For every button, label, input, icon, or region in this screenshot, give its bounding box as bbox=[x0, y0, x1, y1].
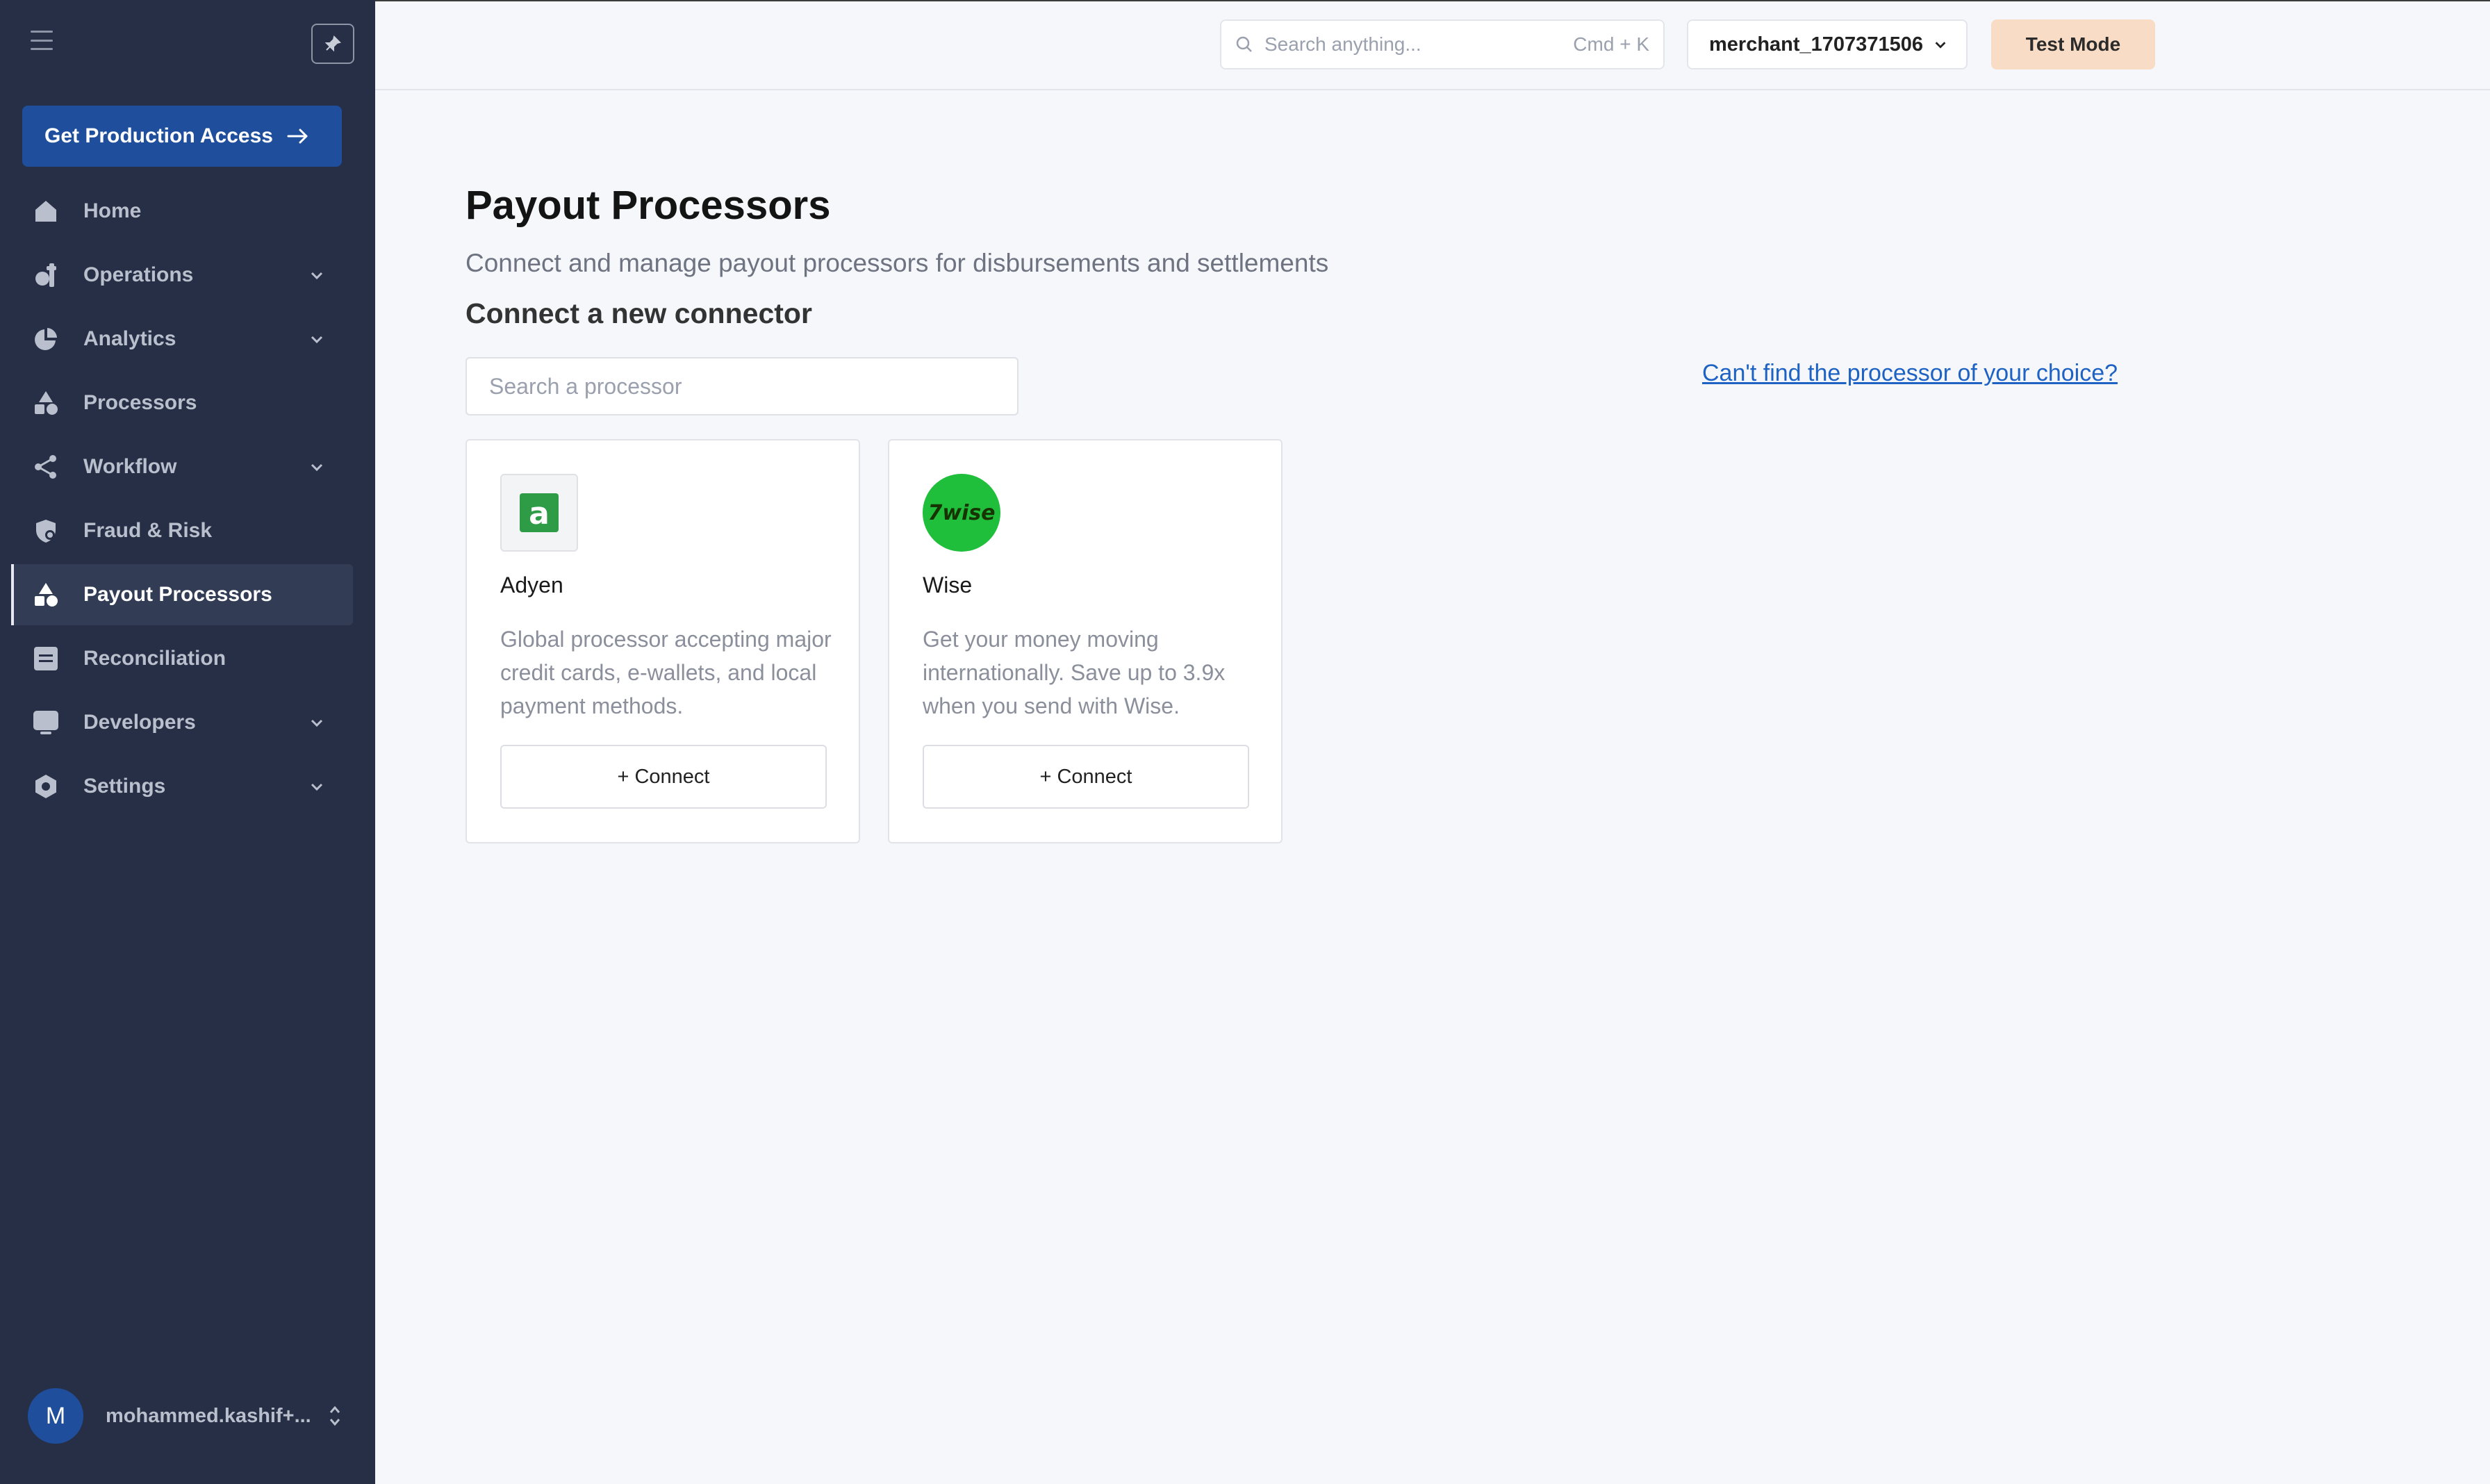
page-title: Payout Processors bbox=[465, 183, 831, 228]
connector-description: Get your money moving internationally. S… bbox=[923, 627, 1226, 718]
chevron-down-icon bbox=[311, 272, 323, 280]
sidebar-item-label: Processors bbox=[83, 391, 197, 414]
search-shortcut: Cmd + K bbox=[1573, 33, 1649, 55]
chevron-down-icon bbox=[1935, 42, 1946, 49]
sidebar-item-label: Analytics bbox=[83, 327, 176, 350]
chevron-down-icon bbox=[311, 783, 323, 791]
page-subtitle: Connect and manage payout processors for… bbox=[465, 249, 1329, 277]
sidebar-item-label: Settings bbox=[83, 775, 166, 798]
avatar: M bbox=[28, 1388, 83, 1444]
sidebar-item-label: Reconciliation bbox=[83, 647, 226, 670]
sidebar-item-label: Fraud & Risk bbox=[83, 519, 213, 542]
connector-card-adyen: a Adyen Global processor accepting major… bbox=[465, 439, 860, 843]
user-profile[interactable]: M mohammed.kashif+... bbox=[28, 1388, 342, 1444]
sidebar-item-operations[interactable]: Operations bbox=[11, 245, 353, 306]
sidebar-item-label: Developers bbox=[83, 711, 196, 734]
connector-name: Wise bbox=[923, 572, 973, 597]
connector-description: Global processor accepting major credit … bbox=[500, 627, 832, 718]
processors-icon bbox=[31, 388, 61, 418]
sidebar: Get Production Access Home Operations An… bbox=[0, 0, 375, 1484]
reconciliation-icon bbox=[31, 643, 61, 674]
chevron-down-icon bbox=[311, 463, 323, 472]
wise-logo-text: 7wise bbox=[927, 501, 995, 525]
chevron-up-down-icon bbox=[329, 1405, 340, 1426]
connect-wise-button[interactable]: + Connect bbox=[923, 745, 1249, 809]
analytics-icon bbox=[31, 324, 61, 354]
workflow-icon bbox=[31, 452, 61, 482]
section-title: Connect a new connector bbox=[465, 297, 812, 329]
sidebar-item-developers[interactable]: Developers bbox=[11, 692, 353, 753]
home-icon bbox=[31, 196, 61, 226]
sidebar-item-processors[interactable]: Processors bbox=[11, 372, 353, 434]
pin-sidebar-button[interactable] bbox=[311, 24, 354, 64]
sidebar-item-reconciliation[interactable]: Reconciliation bbox=[11, 628, 353, 689]
sidebar-nav: Home Operations Analytics Processors Wor… bbox=[11, 181, 353, 820]
sidebar-item-label: Workflow bbox=[83, 455, 177, 478]
pin-icon bbox=[324, 35, 341, 52]
test-mode-badge[interactable]: Test Mode bbox=[1991, 19, 2155, 69]
merchant-selector[interactable]: merchant_1707371506 bbox=[1687, 19, 1968, 69]
sidebar-item-label: Operations bbox=[83, 263, 194, 286]
payout-processors-icon bbox=[31, 579, 61, 610]
sidebar-item-label: Payout Processors bbox=[83, 583, 272, 606]
connector-card-wise: 7wise Wise Get your money moving interna… bbox=[888, 439, 1283, 843]
sidebar-item-home[interactable]: Home bbox=[11, 181, 353, 242]
production-access-label: Get Production Access bbox=[44, 124, 273, 147]
search-icon bbox=[1236, 36, 1252, 52]
operations-icon bbox=[31, 260, 61, 290]
topbar: Search anything... Cmd + K merchant_1707… bbox=[375, 0, 2490, 90]
sidebar-item-settings[interactable]: Settings bbox=[11, 756, 353, 817]
sidebar-item-fraud-risk[interactable]: Fraud & Risk bbox=[11, 500, 353, 561]
global-search-input[interactable]: Search anything... Cmd + K bbox=[1220, 19, 1665, 69]
user-name: mohammed.kashif+... bbox=[106, 1404, 311, 1427]
sidebar-item-analytics[interactable]: Analytics bbox=[11, 308, 353, 370]
sidebar-item-label: Home bbox=[83, 199, 142, 222]
connect-adyen-button[interactable]: + Connect bbox=[500, 745, 827, 809]
processor-search-input[interactable]: Search a processor bbox=[465, 357, 1019, 415]
cant-find-processor-link[interactable]: Can't find the processor of your choice? bbox=[1702, 360, 2118, 387]
sidebar-item-workflow[interactable]: Workflow bbox=[11, 436, 353, 497]
get-production-access-button[interactable]: Get Production Access bbox=[22, 106, 342, 167]
wise-logo: 7wise bbox=[923, 474, 1000, 552]
connector-name: Adyen bbox=[500, 572, 563, 597]
chevron-down-icon bbox=[311, 719, 323, 727]
fraud-risk-icon bbox=[31, 516, 61, 546]
search-placeholder: Search anything... bbox=[1264, 33, 1421, 55]
hamburger-menu-icon[interactable] bbox=[31, 31, 53, 50]
chevron-down-icon bbox=[311, 336, 323, 344]
developers-icon bbox=[31, 707, 61, 738]
merchant-id: merchant_1707371506 bbox=[1709, 33, 1923, 56]
adyen-logo-text: a bbox=[529, 496, 550, 531]
arrow-right-icon bbox=[287, 128, 309, 145]
adyen-logo: a bbox=[500, 474, 578, 552]
sidebar-item-payout-processors[interactable]: Payout Processors bbox=[11, 564, 353, 625]
settings-icon bbox=[31, 771, 61, 802]
